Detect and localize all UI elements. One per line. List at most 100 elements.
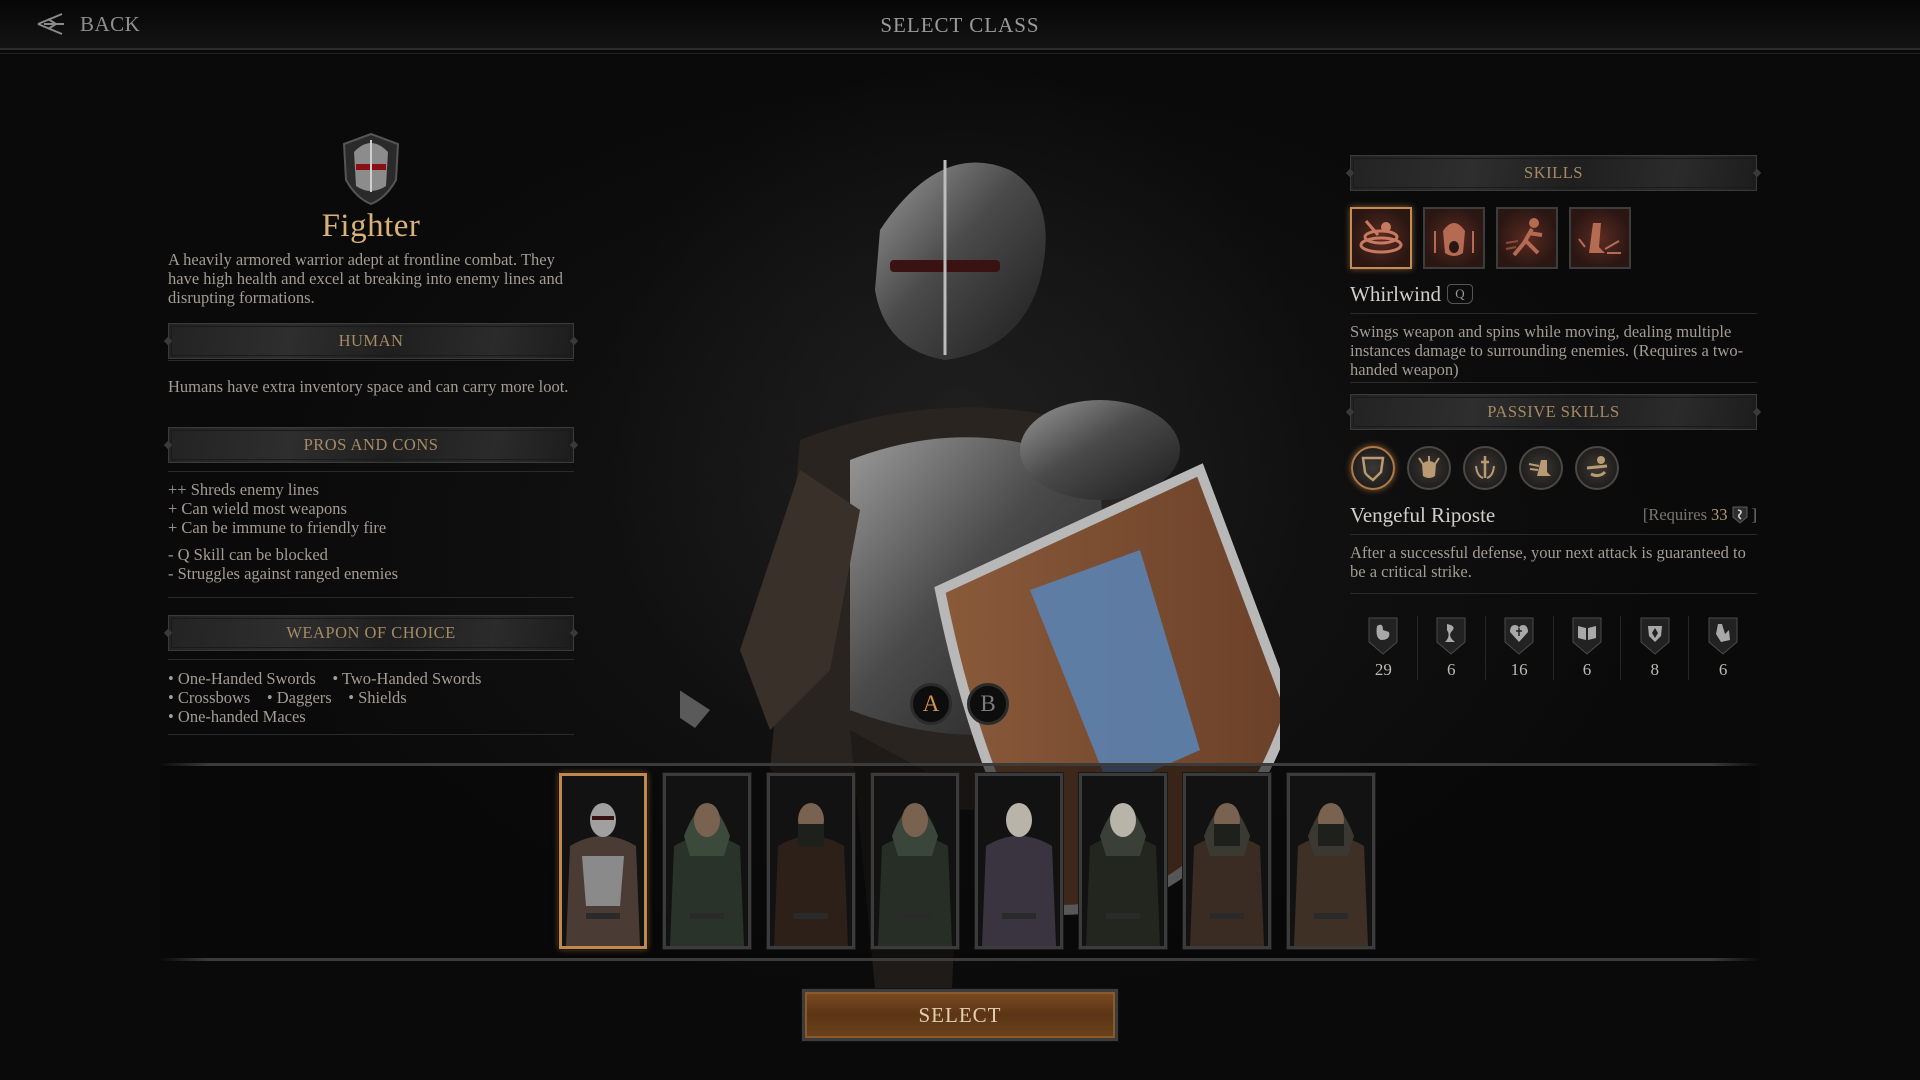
stat-will: 8 <box>1621 616 1690 680</box>
pro-item: + Can wield most weapons <box>168 499 347 518</box>
passive-slot-2[interactable] <box>1407 446 1451 490</box>
weapon-line: • One-Handed Swords • Two-Handed Swords <box>168 669 482 688</box>
skills-header: SKILLS <box>1350 155 1757 191</box>
portrait-hooded-green[interactable] <box>870 772 960 950</box>
swift-arm-icon <box>1586 456 1608 478</box>
skill-slot-charge[interactable] <box>1496 207 1558 269</box>
select-button[interactable]: SELECT <box>802 989 1118 1041</box>
stat-value: 8 <box>1650 660 1660 679</box>
con-item: - Q Skill can be blocked <box>168 545 328 564</box>
cons-list: - Q Skill can be blocked - Struggles aga… <box>168 545 574 583</box>
masked-rogue-portrait-image <box>770 776 852 946</box>
stat-resourcefulness: 6 <box>1689 616 1757 680</box>
stat-strength: 29 <box>1350 616 1418 680</box>
skill-keybind-badge: Q <box>1446 284 1473 304</box>
divider <box>168 659 574 660</box>
page-title: SELECT CLASS <box>880 13 1040 37</box>
portrait-skull-armored[interactable] <box>974 772 1064 950</box>
class-name: Fighter <box>321 208 421 244</box>
divider <box>168 597 574 598</box>
portrait-hooded-bearded[interactable] <box>662 772 752 950</box>
passive-skills-header: PASSIVE SKILLS <box>1350 394 1757 430</box>
divider <box>1350 313 1757 314</box>
agility-icon <box>1732 506 1747 524</box>
masked-hooded-portrait-image <box>1186 776 1268 946</box>
selected-skill-description: Swings weapon and spins while moving, de… <box>1350 322 1744 379</box>
divider <box>160 958 1760 961</box>
skill-slot-ground-slam[interactable] <box>1569 207 1631 269</box>
weapons-list: • One-Handed Swords • Two-Handed Swords … <box>168 669 574 726</box>
passive-slot-5[interactable] <box>1575 446 1619 490</box>
portrait-fighter[interactable] <box>558 772 648 950</box>
divider <box>1350 382 1757 383</box>
hooded-bearded-portrait-image <box>666 776 748 946</box>
ground-slam-icon <box>1578 223 1621 254</box>
divider <box>168 360 574 361</box>
pro-item: ++ Shreds enemy lines <box>168 480 320 499</box>
passive-slot-3[interactable] <box>1463 446 1507 490</box>
class-portrait-list <box>558 772 1376 950</box>
stat-knowledge: 6 <box>1554 616 1622 680</box>
portrait-masked-rogue[interactable] <box>766 772 856 950</box>
passive-slot-vengeful-riposte[interactable] <box>1351 446 1395 490</box>
hooded-green-portrait-image <box>874 776 956 946</box>
con-item: - Struggles against ranged enemies <box>168 564 399 583</box>
weapons-header: WEAPON OF CHOICE <box>168 615 574 651</box>
knight-helmet-icon <box>342 132 400 206</box>
passive-skill-list <box>1351 446 1757 490</box>
portrait-skull-hooded[interactable] <box>1078 772 1168 950</box>
portrait-masked-hooded[interactable] <box>1182 772 1272 950</box>
skin-option-b[interactable]: B <box>967 683 1009 725</box>
skull-hooded-portrait-image <box>1082 776 1164 946</box>
selected-skill-name: Whirlwind <box>1350 281 1441 306</box>
stat-value: 29 <box>1374 660 1392 679</box>
pros-list: ++ Shreds enemy lines + Can wield most w… <box>168 480 574 537</box>
selected-passive-description: After a successful defense, your next at… <box>1350 543 1746 581</box>
whirlwind-icon <box>1359 220 1403 254</box>
sword-laurel-icon <box>1475 456 1495 479</box>
vigor-icon <box>1504 617 1534 655</box>
stat-value: 16 <box>1510 660 1528 679</box>
war-cry-icon <box>1434 223 1474 256</box>
divider <box>1350 593 1757 594</box>
requirement-close: ] <box>1751 505 1758 524</box>
skill-list <box>1350 207 1757 269</box>
stat-value: 6 <box>1718 660 1728 679</box>
top-bar: BACK SELECT CLASS <box>0 0 1920 54</box>
attribute-stats: 29 6 16 6 8 6 <box>1350 616 1757 680</box>
skin-option-a[interactable]: A <box>910 683 952 725</box>
selected-passive-name: Vengeful Riposte <box>1350 502 1496 527</box>
agility-icon <box>1436 617 1466 655</box>
masked-hunter-portrait-image <box>1290 776 1372 946</box>
winged-boot-icon <box>1528 460 1551 476</box>
resourcefulness-icon <box>1708 617 1738 655</box>
stat-value: 6 <box>1447 660 1456 679</box>
race-header: HUMAN <box>168 323 574 359</box>
skull-armored-portrait-image <box>978 776 1060 946</box>
divider <box>160 763 1760 766</box>
will-icon <box>1640 617 1670 655</box>
requirement-label: [Requires <box>1642 505 1707 524</box>
race-description: Humans have extra inventory space and ca… <box>168 377 569 396</box>
weapon-line: • Crossbows • Daggers • Shields <box>168 688 407 707</box>
selected-skill-title: Whirlwind Q <box>1350 281 1757 307</box>
skills-panel: SKILLS Whirlwind Q Swings weapon and spi… <box>1350 155 1757 680</box>
stat-value: 6 <box>1582 660 1592 679</box>
requirement-value: 33 <box>1711 505 1728 524</box>
portrait-masked-hunter[interactable] <box>1286 772 1376 950</box>
class-description: A heavily armored warrior adept at front… <box>168 250 563 307</box>
beast-mask-icon <box>1418 456 1440 478</box>
strength-icon <box>1368 617 1398 655</box>
fighter-portrait-image <box>562 776 644 946</box>
knowledge-icon <box>1572 617 1602 655</box>
stat-agility: 6 <box>1418 616 1486 680</box>
divider <box>168 471 574 472</box>
weapon-line: • One-handed Maces <box>168 707 306 726</box>
passive-requirement: [Requires 33 ] <box>1643 505 1757 525</box>
skill-slot-whirlwind[interactable] <box>1350 207 1412 269</box>
pro-item: + Can be immune to friendly fire <box>168 518 387 537</box>
sword-blade <box>680 690 710 728</box>
divider <box>1350 534 1757 535</box>
skill-slot-war-cry[interactable] <box>1423 207 1485 269</box>
passive-slot-4[interactable] <box>1519 446 1563 490</box>
